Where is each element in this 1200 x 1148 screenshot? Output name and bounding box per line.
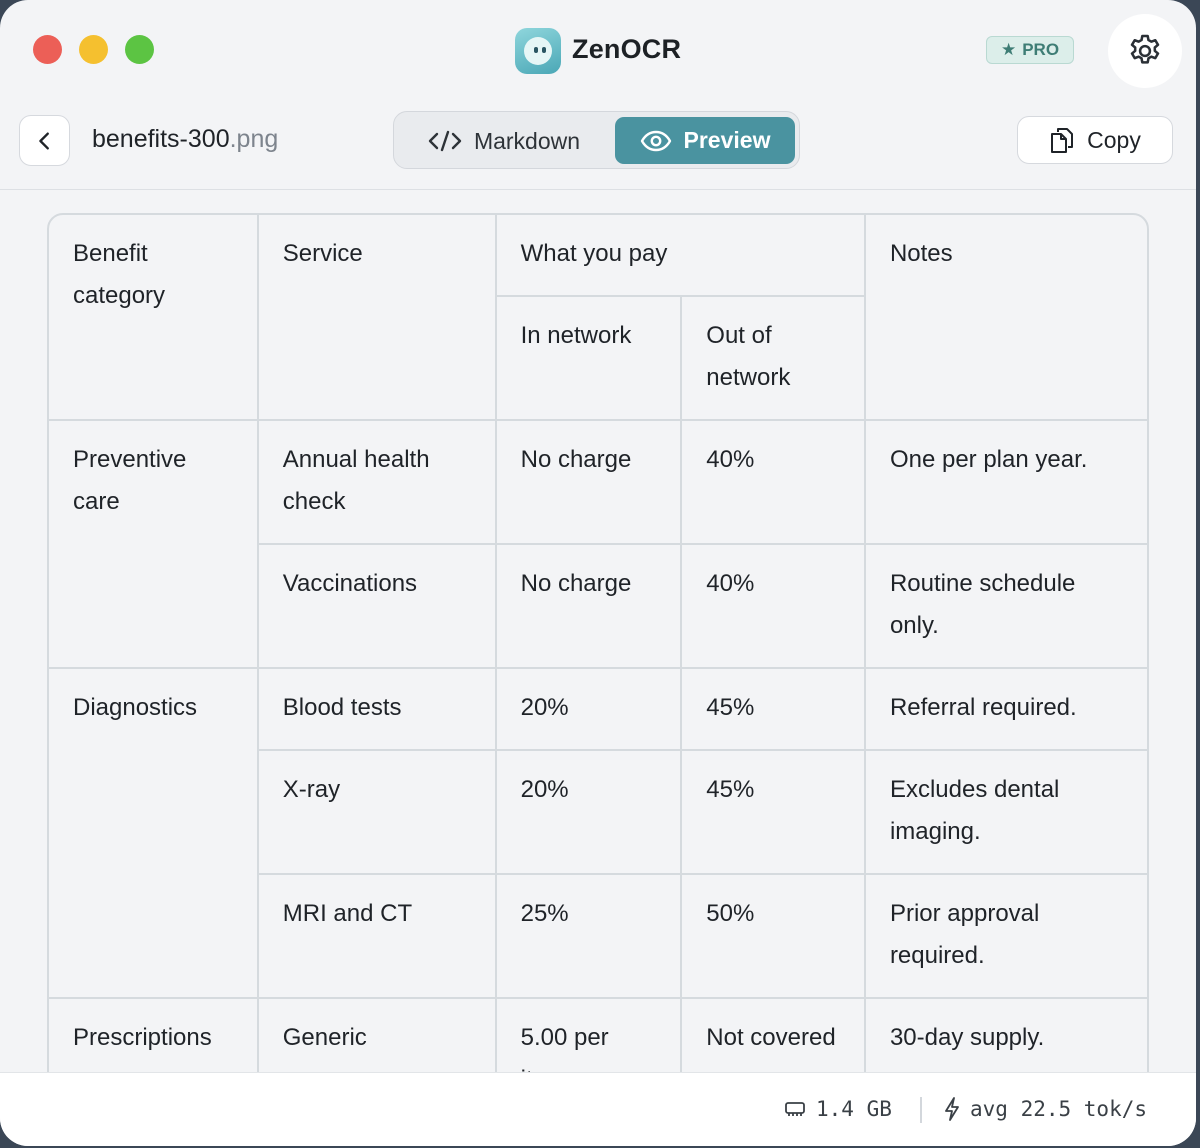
minimize-window-button[interactable] <box>79 35 108 64</box>
category-cell: Diagnostics <box>49 667 259 999</box>
service-cell: Generic <box>256 997 497 1072</box>
star-icon: ★ <box>1000 40 1017 59</box>
in-network-cell: 20% <box>494 667 683 751</box>
zoom-window-button[interactable] <box>125 35 154 64</box>
notes-cell: Routine schedule only. <box>863 543 1147 669</box>
app-title: ZenOCR <box>572 34 682 64</box>
lightning-icon <box>945 1097 959 1121</box>
copy-button[interactable]: Copy <box>1017 116 1173 164</box>
preview-pane[interactable]: Benefit category Service What you pay No… <box>0 190 1196 1072</box>
in-network-cell: No charge <box>494 419 683 545</box>
out-of-network-cell: 40% <box>680 419 866 545</box>
view-toggle: Markdown Preview <box>393 111 800 169</box>
markdown-tab-label: Markdown <box>473 127 581 154</box>
category-cell: Prescriptions <box>49 997 259 1072</box>
toolbar: benefits-300.png Markdown Preview Copy <box>0 100 1196 190</box>
file-name: benefits-300.png <box>92 125 278 154</box>
service-cell: Blood tests <box>256 667 497 751</box>
memory-usage: 1.4 GB <box>816 1097 892 1121</box>
header-out-of-network: Out of network <box>680 295 865 421</box>
pro-badge-label: PRO <box>1022 40 1060 59</box>
notes-cell: 30-day supply. <box>863 997 1147 1072</box>
benefits-table: Benefit category Service What you pay No… <box>47 213 1149 1072</box>
markdown-tab[interactable]: Markdown <box>404 118 604 164</box>
service-cell: Vaccinations <box>257 543 497 669</box>
status-divider <box>920 1097 922 1123</box>
back-button[interactable] <box>19 115 70 166</box>
service-cell: Annual health check <box>256 419 497 545</box>
file-extension: .png <box>229 125 279 153</box>
header-in-network: In network <box>495 295 683 421</box>
status-bar: 1.4 GB avg 22.5 tok/s <box>0 1072 1196 1146</box>
category-cell: Preventive care <box>49 419 259 669</box>
out-of-network-cell: 40% <box>680 543 866 669</box>
service-cell: MRI and CT <box>257 873 497 999</box>
table-row: Diagnostics Blood tests 20% 45% Referral… <box>49 667 1147 999</box>
in-network-cell: 25% <box>494 873 683 999</box>
out-of-network-cell: 45% <box>680 749 866 875</box>
service-cell: X-ray <box>257 749 497 875</box>
table-row: Prescriptions Generic 5.00 per item Not … <box>49 997 1147 1072</box>
code-icon <box>428 130 462 152</box>
in-network-cell: 20% <box>494 749 683 875</box>
header-what-you-pay: What you pay <box>494 215 866 297</box>
in-network-cell: 5.00 per item <box>494 997 683 1072</box>
eye-icon <box>640 130 671 151</box>
notes-cell: Referral required. <box>863 667 1147 751</box>
out-of-network-cell: Not covered <box>680 997 866 1072</box>
app-logo-icon <box>515 28 561 74</box>
notes-cell: Excludes dental imaging. <box>863 749 1147 875</box>
out-of-network-cell: 50% <box>680 873 866 999</box>
gear-icon <box>1130 34 1160 64</box>
copy-icon <box>1051 128 1074 153</box>
close-window-button[interactable] <box>33 35 62 64</box>
header-notes: Notes <box>863 215 1147 421</box>
preview-tab-label: Preview <box>683 127 771 153</box>
preview-tab[interactable]: Preview <box>615 117 795 164</box>
in-network-cell: No charge <box>494 543 683 669</box>
speed-stat: avg 22.5 tok/s <box>944 1097 1147 1121</box>
token-speed: avg 22.5 tok/s <box>970 1097 1148 1121</box>
header-benefit-category: Benefit category <box>49 215 259 421</box>
header-service: Service <box>256 215 497 421</box>
chevron-left-icon <box>38 131 49 150</box>
table-row: Preventive care Annual health check No c… <box>49 419 1147 669</box>
out-of-network-cell: 45% <box>680 667 866 751</box>
notes-cell: One per plan year. <box>863 419 1147 545</box>
app-window: ZenOCR ★ PRO benefits-300.png Markdown P… <box>0 0 1196 1146</box>
memory-chip-icon <box>785 1102 805 1116</box>
pro-badge: ★ PRO <box>986 36 1074 64</box>
notes-cell: Prior approval required. <box>863 873 1147 999</box>
settings-button[interactable] <box>1108 14 1182 88</box>
memory-stat: 1.4 GB <box>784 1097 892 1121</box>
file-name-base: benefits-300 <box>92 125 230 153</box>
copy-button-label: Copy <box>1087 126 1141 153</box>
title-bar: ZenOCR ★ PRO <box>0 0 1196 100</box>
